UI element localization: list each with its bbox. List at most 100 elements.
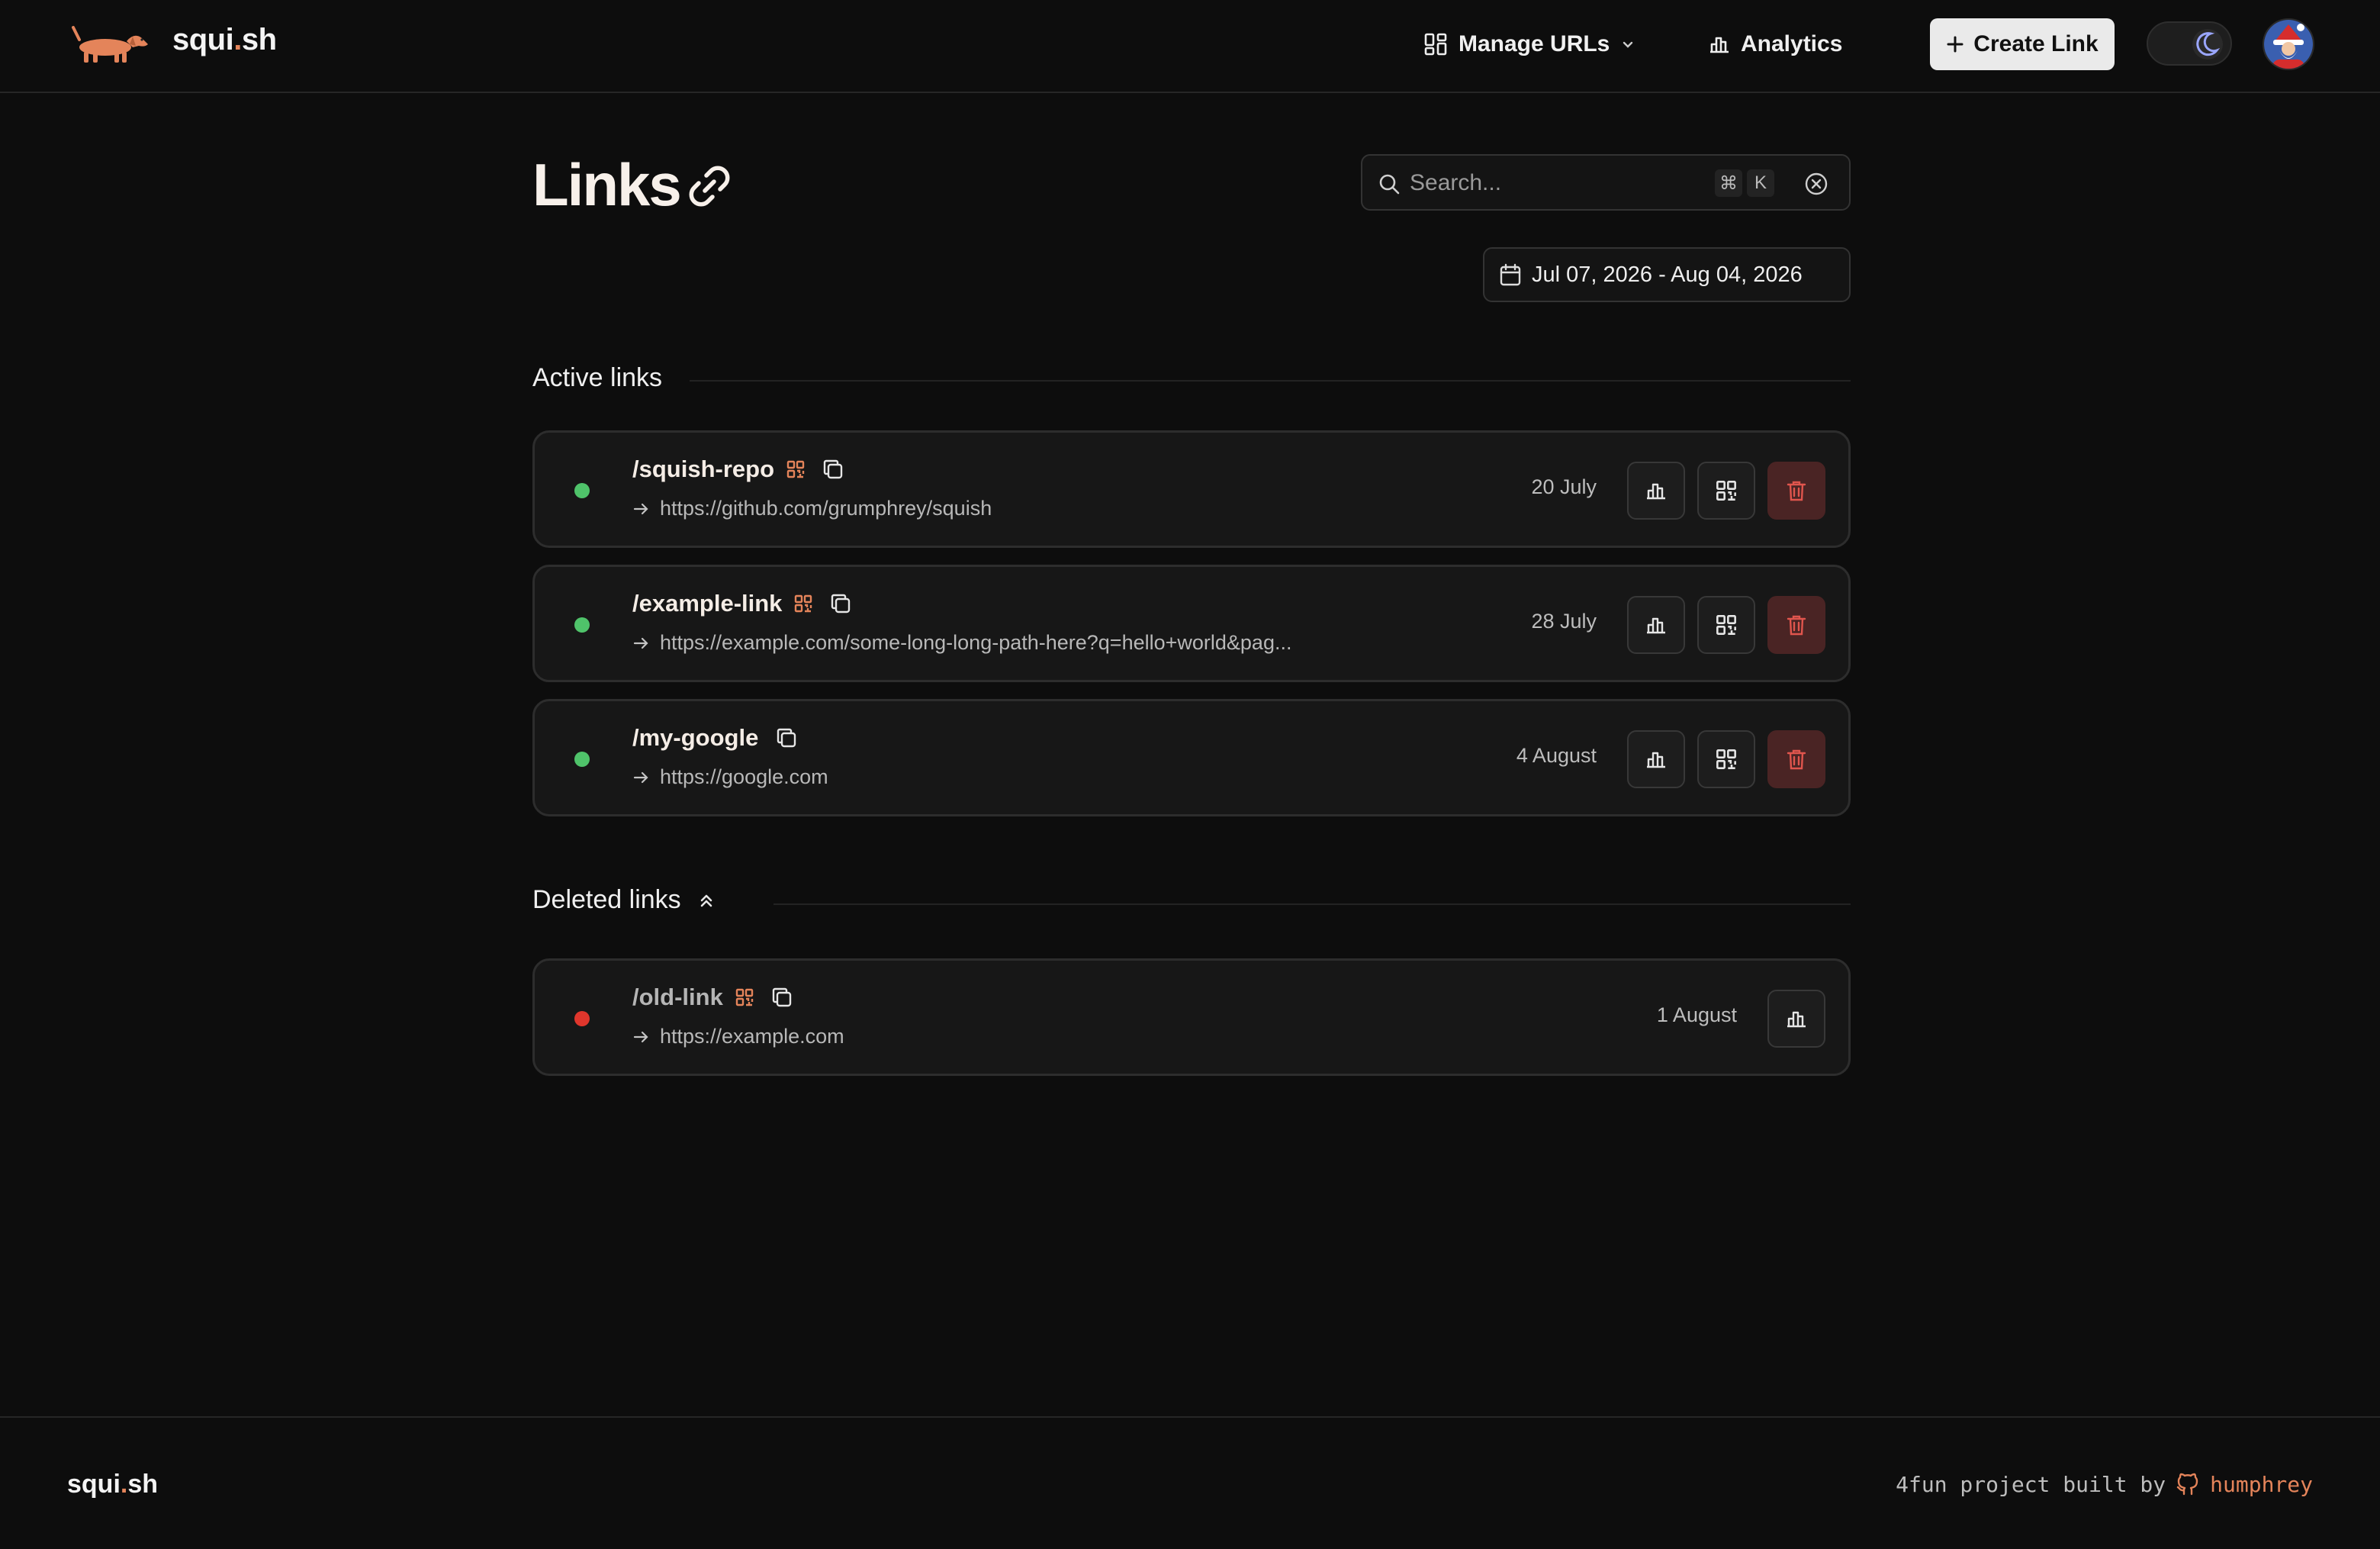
footer: squi.sh 4fun project built by humphrey — [0, 1416, 2380, 1549]
date-range-label: Jul 07, 2026 - Aug 04, 2026 — [1532, 262, 1803, 287]
footer-brand-suffix: sh — [127, 1470, 159, 1499]
analytics-button[interactable] — [1767, 990, 1825, 1048]
arrow-right-icon — [633, 503, 648, 514]
brand-dot: . — [233, 23, 242, 56]
santa-avatar-icon — [2264, 20, 2313, 69]
slug-row: /old-link — [632, 984, 793, 1011]
status-active-dot — [574, 752, 590, 767]
chevrons-up-icon[interactable] — [696, 890, 716, 910]
qr-code-icon — [1716, 749, 1736, 769]
footer-credit: 4fun project built by humphrey — [1896, 1471, 2313, 1497]
deleted-links-title: Deleted links — [532, 885, 681, 914]
trash-icon — [1787, 615, 1806, 636]
moon-icon — [2192, 29, 2223, 60]
trash-icon — [1787, 481, 1806, 501]
arrow-right-icon — [633, 771, 648, 783]
delete-button[interactable] — [1767, 462, 1825, 520]
bar-chart-icon — [1647, 483, 1665, 500]
search-icon — [1379, 174, 1400, 195]
link-slug[interactable]: /squish-repo — [632, 456, 774, 483]
bar-chart-icon — [1787, 1011, 1806, 1028]
copy-icon[interactable] — [822, 458, 844, 481]
kbd-cmd: ⌘ — [1715, 169, 1742, 197]
active-links-heading: Active links — [532, 363, 662, 393]
brand-logo-text[interactable]: squi.sh — [172, 23, 277, 57]
create-link-label: Create Link — [1973, 31, 2099, 56]
slug-row: /example-link — [632, 590, 852, 617]
link-icon — [689, 166, 730, 207]
status-deleted-dot — [574, 1011, 590, 1026]
destination-row: https://example.com/some-long-long-path-… — [632, 631, 1291, 655]
link-date: 4 August — [1516, 744, 1597, 767]
date-range-picker[interactable]: Jul 07, 2026 - Aug 04, 2026 — [1483, 247, 1851, 302]
manage-urls-menu[interactable]: Manage URLs — [1423, 26, 1635, 63]
search-input[interactable] — [1410, 165, 1700, 201]
qr-code-icon — [1716, 481, 1736, 501]
delete-button[interactable] — [1767, 596, 1825, 654]
arrow-right-icon — [633, 1031, 648, 1042]
link-card[interactable]: /example-link https://example.com/some-l… — [532, 565, 1851, 682]
section-divider — [690, 380, 1851, 382]
deleted-links-heading: Deleted links — [532, 885, 716, 915]
destination-row: https://example.com — [632, 1025, 844, 1048]
chevron-down-icon — [1623, 41, 1633, 48]
slug-row: /my-google — [632, 724, 798, 752]
status-active-dot — [574, 483, 590, 498]
create-link-button[interactable]: Create Link — [1930, 18, 2115, 70]
bar-chart-icon — [1647, 617, 1665, 634]
copy-icon[interactable] — [770, 986, 793, 1009]
link-date: 20 July — [1531, 475, 1597, 498]
qr-code-button[interactable] — [1697, 596, 1755, 654]
brand-suffix: sh — [241, 23, 277, 56]
destination-url[interactable]: https://google.com — [660, 765, 828, 789]
arrow-right-icon — [633, 637, 648, 649]
destination-url[interactable]: https://github.com/grumphrey/squish — [660, 497, 992, 520]
section-divider — [774, 903, 1851, 905]
link-date: 1 August — [1656, 1003, 1737, 1026]
qr-code-icon — [795, 594, 812, 613]
qr-code-icon — [735, 988, 754, 1006]
link-slug[interactable]: /example-link — [632, 590, 782, 617]
github-icon[interactable] — [2175, 1471, 2201, 1497]
slug-row: /squish-repo — [632, 456, 844, 483]
analytics-label: Analytics — [1741, 31, 1843, 56]
deleted-link-card[interactable]: /old-link https://example.com 1 August — [532, 958, 1851, 1076]
footer-credit-text: 4fun project built by — [1896, 1471, 2166, 1497]
destination-row: https://google.com — [632, 765, 828, 789]
link-card[interactable]: /squish-repo https://github.com/grumphre… — [532, 430, 1851, 548]
status-active-dot — [574, 617, 590, 633]
link-slug[interactable]: /my-google — [632, 724, 758, 752]
theme-toggle[interactable] — [2147, 21, 2232, 66]
footer-brand[interactable]: squi.sh — [67, 1470, 158, 1499]
link-card[interactable]: /my-google https://google.com 4 August — [532, 699, 1851, 816]
calendar-icon — [1500, 263, 1521, 286]
copy-icon[interactable] — [775, 726, 798, 749]
top-bar: squi.sh Manage URLs Analytics Create Lin… — [0, 0, 2380, 93]
destination-row: https://github.com/grumphrey/squish — [632, 497, 992, 520]
search-box: ⌘ K — [1361, 154, 1851, 211]
destination-url[interactable]: https://example.com — [660, 1025, 844, 1048]
qr-code-button[interactable] — [1697, 462, 1755, 520]
plus-icon — [1947, 36, 1963, 53]
page-title: Links — [532, 151, 682, 218]
analytics-button[interactable] — [1627, 596, 1685, 654]
clear-circle-icon[interactable] — [1803, 171, 1829, 197]
kbd-k: K — [1747, 169, 1774, 197]
qr-code-icon — [786, 460, 805, 478]
footer-author-link[interactable]: humphrey — [2210, 1472, 2313, 1497]
copy-icon[interactable] — [829, 592, 852, 615]
qr-code-button[interactable] — [1697, 730, 1755, 788]
user-avatar[interactable] — [2263, 18, 2314, 70]
link-date: 28 July — [1531, 610, 1597, 633]
grid-icon — [1424, 33, 1447, 56]
destination-url[interactable]: https://example.com/some-long-long-path-… — [660, 631, 1291, 655]
link-slug[interactable]: /old-link — [632, 984, 723, 1011]
dachshund-logo-icon[interactable] — [69, 21, 150, 66]
analytics-link[interactable]: Analytics — [1709, 26, 1842, 63]
active-links-title: Active links — [532, 363, 663, 392]
analytics-button[interactable] — [1627, 730, 1685, 788]
delete-button[interactable] — [1767, 730, 1825, 788]
analytics-button[interactable] — [1627, 462, 1685, 520]
brand-prefix: squi — [172, 23, 234, 56]
qr-code-icon — [1716, 615, 1736, 635]
